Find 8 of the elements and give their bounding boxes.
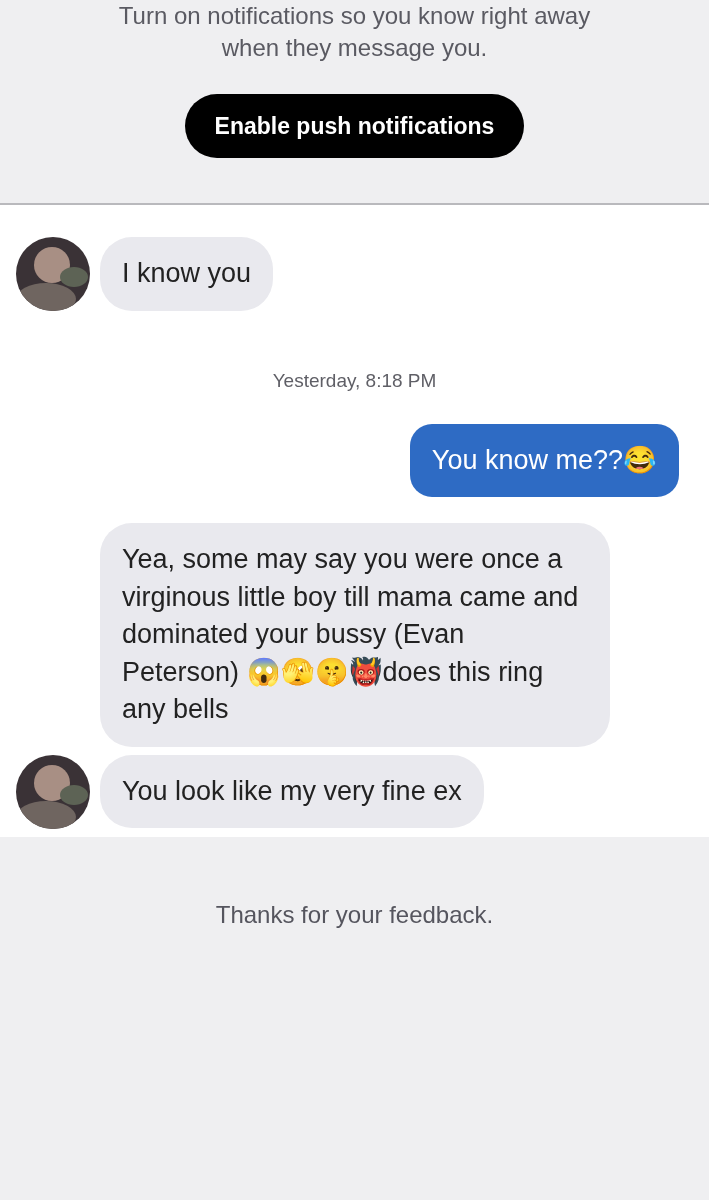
notification-prompt: Turn on notifications so you know right away when they message you. (117, 1, 592, 63)
message-timestamp: Yesterday, 8:18 PM (271, 369, 438, 393)
sent-message: You know me??😂 (409, 423, 679, 497)
received-message: You look like my very fine ex (100, 754, 484, 829)
enable-notifications-button[interactable]: Enable push notifications (184, 94, 525, 158)
feedback-message: Thanks for your feedback. (214, 900, 495, 930)
received-message: I know you (100, 237, 274, 311)
received-message: Yea, some may say you were once a virginous little boy till mama came and dominated your bussy (Evan Peterson) 😱🫣🤫👹does this ring any bells (100, 523, 610, 747)
